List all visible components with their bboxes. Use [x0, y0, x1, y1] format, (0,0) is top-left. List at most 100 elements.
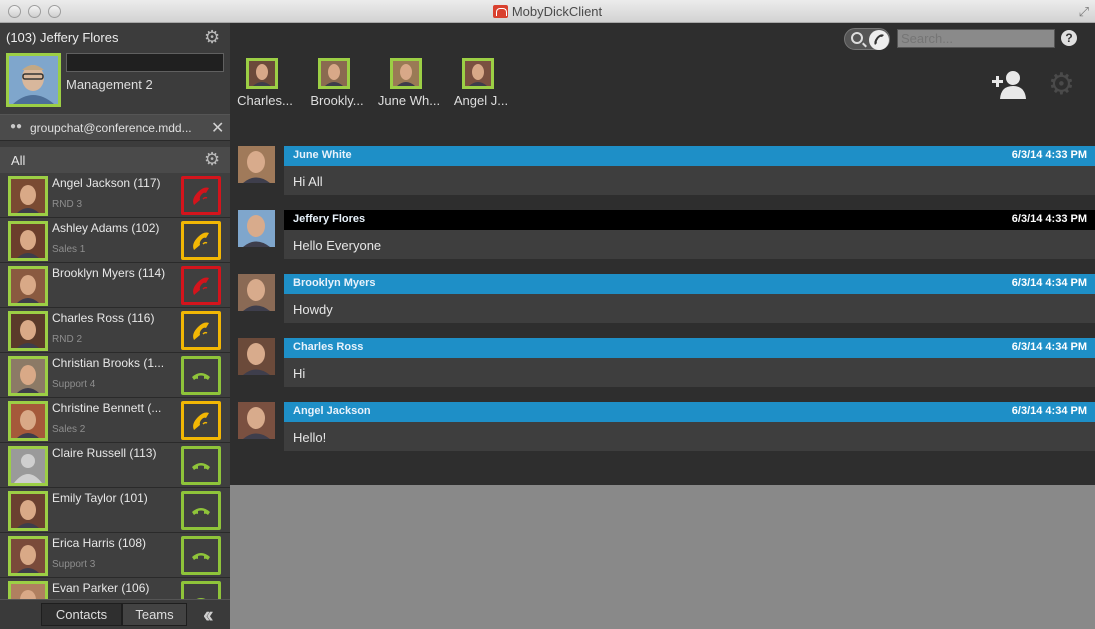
- call-button[interactable]: [181, 176, 221, 215]
- message-body: Hi: [284, 358, 1095, 387]
- message-header: Brooklyn Myers 6/3/14 4:34 PM: [284, 274, 1095, 294]
- contact-avatar: [8, 581, 48, 599]
- group-users-icon: ●●: [10, 121, 23, 132]
- contact-avatar: [8, 536, 48, 576]
- phone-icon: [192, 553, 210, 560]
- app-window: MobyDickClient ⤢ (103) Jeffery Flores ⚙ …: [0, 0, 1095, 629]
- contact-row[interactable]: Charles Ross (116) RND 2: [0, 308, 230, 353]
- close-icon[interactable]: ✕: [211, 118, 224, 138]
- message-avatar: [238, 338, 275, 375]
- phone-icon: [196, 598, 206, 599]
- participant[interactable]: Brookly...: [304, 58, 366, 118]
- participant[interactable]: June Wh...: [376, 58, 440, 118]
- contact-name: Ashley Adams (102): [52, 221, 160, 235]
- person-photo-icon: [465, 61, 491, 86]
- contact-group: RND 2: [52, 334, 83, 345]
- participant[interactable]: Charles...: [232, 58, 294, 118]
- search-mode-toggle[interactable]: [844, 28, 890, 50]
- contact-name: Emily Taylor (101): [52, 491, 148, 505]
- participant[interactable]: Angel J...: [448, 58, 510, 118]
- phone-icon[interactable]: [869, 30, 889, 50]
- contact-row[interactable]: Christian Brooks (1... Support 4: [0, 353, 230, 398]
- contact-row[interactable]: Brooklyn Myers (114): [0, 263, 230, 308]
- filter-label[interactable]: All: [11, 153, 25, 168]
- message-avatar: [238, 210, 275, 247]
- tab-contacts[interactable]: Contacts: [41, 603, 122, 626]
- phone-icon: [192, 373, 210, 380]
- message-avatar: [238, 402, 275, 439]
- participant-avatar: [246, 58, 278, 89]
- contact-row[interactable]: Claire Russell (113): [0, 443, 230, 488]
- groupchat-label: groupchat@conference.mdd...: [30, 121, 192, 135]
- status-message-input[interactable]: [66, 53, 224, 72]
- contact-row[interactable]: Angel Jackson (117) RND 3: [0, 173, 230, 218]
- call-button[interactable]: [181, 266, 221, 305]
- contact-avatar: [8, 311, 48, 351]
- contact-list: Angel Jackson (117) RND 3 Ashley Adams (10…: [0, 173, 230, 599]
- message-body: Hello Everyone: [284, 230, 1095, 259]
- person-photo-icon: [393, 61, 419, 86]
- message-sender: Angel Jackson: [293, 405, 371, 417]
- message-header: Jeffery Flores 6/3/14 4:33 PM: [284, 210, 1095, 230]
- person-photo-icon: [238, 210, 275, 247]
- contact-name: Angel Jackson (117): [52, 176, 161, 190]
- current-user-name: (103) Jeffery Flores: [6, 30, 119, 45]
- chat-message: Angel Jackson 6/3/14 4:34 PM Hello!: [238, 402, 1095, 451]
- groupchat-tab[interactable]: ●● groupchat@conference.mdd... ✕: [0, 114, 230, 141]
- contact-filter-bar: All ⚙: [0, 147, 230, 173]
- call-button[interactable]: [181, 536, 221, 575]
- message-timestamp: 6/3/14 4:34 PM: [1011, 341, 1087, 353]
- room-settings-gear-icon[interactable]: ⚙: [1048, 67, 1075, 102]
- contact-row[interactable]: Erica Harris (108) Support 3: [0, 533, 230, 578]
- phone-icon: [193, 277, 209, 295]
- contact-row[interactable]: Evan Parker (106): [0, 578, 230, 599]
- phone-icon: [193, 232, 209, 250]
- double-chevron-left-icon[interactable]: ‹‹: [203, 602, 213, 628]
- person-photo-icon: [11, 494, 45, 528]
- call-button[interactable]: [181, 491, 221, 530]
- contact-group: Support 3: [52, 559, 96, 570]
- contact-group: Sales 2: [52, 424, 86, 435]
- help-icon[interactable]: ?: [1061, 30, 1077, 46]
- call-button[interactable]: [181, 581, 221, 599]
- person-photo-icon: [11, 404, 45, 438]
- call-button[interactable]: [181, 221, 221, 260]
- current-user-avatar[interactable]: [6, 53, 61, 107]
- person-photo-icon: [9, 56, 58, 104]
- contact-name: Charles Ross (116): [52, 311, 155, 325]
- participant-avatar: [318, 58, 350, 89]
- search-icon[interactable]: [851, 32, 863, 44]
- filter-gear-icon[interactable]: ⚙: [204, 149, 220, 170]
- contact-group: RND 3: [52, 199, 83, 210]
- person-photo-icon: [249, 61, 275, 86]
- call-button[interactable]: [181, 311, 221, 350]
- chat-message: Jeffery Flores 6/3/14 4:33 PM Hello Everyo…: [238, 210, 1095, 259]
- bottom-tab-bar: Contacts Teams ‹‹: [0, 599, 230, 629]
- contact-avatar: [8, 401, 48, 441]
- participant-avatar: [462, 58, 494, 89]
- phone-icon: [193, 187, 209, 205]
- contact-row[interactable]: Emily Taylor (101): [0, 488, 230, 533]
- contact-group: Support 4: [52, 379, 96, 390]
- message-sender: Charles Ross: [293, 341, 364, 353]
- phone-icon: [192, 508, 210, 515]
- call-button[interactable]: [181, 401, 221, 440]
- person-photo-icon: [11, 224, 45, 258]
- contact-row[interactable]: Christine Bennett (... Sales 2: [0, 398, 230, 443]
- participant-name: Brookly...: [310, 93, 364, 108]
- search-input[interactable]: [897, 29, 1055, 48]
- chat-message: Brooklyn Myers 6/3/14 4:34 PM Howdy: [238, 274, 1095, 323]
- message-body: Hello!: [284, 422, 1095, 451]
- contact-row[interactable]: Ashley Adams (102) Sales 1: [0, 218, 230, 263]
- message-timestamp: 6/3/14 4:33 PM: [1011, 149, 1087, 161]
- message-text: Hi All: [293, 174, 323, 189]
- account-gear-icon[interactable]: ⚙: [204, 27, 220, 48]
- call-button[interactable]: [181, 446, 221, 485]
- fullscreen-icon[interactable]: ⤢: [1079, 4, 1089, 20]
- add-user-icon[interactable]: [992, 69, 1026, 99]
- call-button[interactable]: [181, 356, 221, 395]
- message-timestamp: 6/3/14 4:34 PM: [1011, 405, 1087, 417]
- participant-avatar: [390, 58, 422, 89]
- message-header: June White 6/3/14 4:33 PM: [284, 146, 1095, 166]
- tab-teams[interactable]: Teams: [122, 603, 187, 626]
